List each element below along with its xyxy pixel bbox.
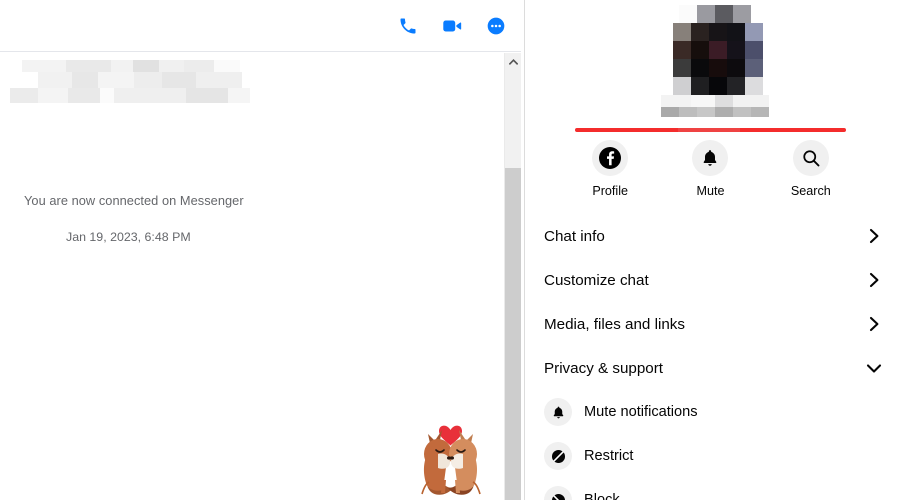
conversation-options-button[interactable]: [482, 12, 510, 40]
redacted-message-bubble: [10, 59, 250, 103]
message-timestamp: Jan 19, 2023, 6:48 PM: [66, 230, 191, 244]
phone-icon: [400, 18, 416, 33]
quick-actions: Profile Mute Search: [575, 140, 846, 198]
facebook-icon: [599, 147, 622, 169]
menu-item-label: Customize chat: [544, 271, 649, 289]
details-menu: Chat info Customize chat Media, files an…: [525, 214, 900, 500]
progress-segment: [740, 128, 846, 132]
conversation-scrollbar[interactable]: [504, 53, 521, 500]
chevron-up-icon: [508, 58, 518, 65]
search-icon: [803, 150, 820, 167]
progress-segment: [575, 128, 678, 132]
profile-action[interactable]: Profile: [575, 140, 645, 198]
voice-call-button[interactable]: [394, 12, 422, 40]
profile-action-label: Profile: [592, 184, 629, 198]
menu-item-label: Privacy & support: [544, 359, 664, 377]
menu-item-media-files-and-links[interactable]: Media, files and links: [525, 302, 900, 346]
two-foxes-kissing-with-heart-sticker: [398, 400, 503, 500]
chat-header-actions: [394, 0, 510, 51]
message-list: You are now connected on Messenger Jan 1…: [0, 53, 503, 500]
story-progress-bar: [575, 128, 846, 132]
menu-item-block[interactable]: Block: [525, 478, 900, 500]
chevron-right-icon: [866, 228, 882, 244]
details-panel: Profile Mute Search Chat info Customize …: [525, 0, 900, 500]
chevron-down-icon: [866, 360, 882, 376]
profile-action-icon-wrap: [592, 140, 629, 176]
fox-sticker[interactable]: [398, 400, 503, 500]
menu-item-label: Restrict: [584, 448, 634, 464]
conversation-pane: You are now connected on Messenger Jan 1…: [0, 0, 521, 500]
video-call-button[interactable]: [438, 12, 466, 40]
menu-item-chat-info[interactable]: Chat info: [525, 214, 900, 258]
search-action-icon-wrap: [792, 140, 829, 176]
scrollbar-up-button[interactable]: [505, 53, 521, 70]
menu-item-label: Media, files and links: [544, 315, 685, 333]
menu-item-mute-notifications[interactable]: Mute notifications: [525, 390, 900, 434]
mute-action-label: Mute: [696, 184, 725, 198]
video-camera-icon: [443, 20, 462, 31]
chevron-right-icon: [866, 272, 882, 288]
chat-header: [0, 0, 521, 52]
mute-action[interactable]: Mute: [675, 140, 745, 198]
bell-icon: [704, 150, 717, 166]
chevron-right-icon: [866, 316, 882, 332]
system-note: You are now connected on Messenger: [24, 193, 244, 208]
menu-item-privacy-and-support[interactable]: Privacy & support: [525, 346, 900, 390]
menu-item-label: Block: [584, 492, 620, 500]
progress-segment: [677, 128, 741, 132]
avatar[interactable]: [661, 5, 769, 117]
messenger-window: You are now connected on Messenger Jan 1…: [0, 0, 900, 500]
bell-icon: [544, 398, 572, 426]
mute-action-icon-wrap: [692, 140, 729, 176]
block-icon: [544, 486, 572, 500]
search-action[interactable]: Search: [776, 140, 846, 198]
menu-item-label: Mute notifications: [584, 404, 698, 420]
menu-item-label: Chat info: [544, 227, 605, 245]
restrict-icon: [544, 442, 572, 470]
scrollbar-thumb[interactable]: [505, 168, 521, 500]
ellipsis-circle-icon: [487, 17, 505, 34]
menu-item-restrict[interactable]: Restrict: [525, 434, 900, 478]
search-action-label: Search: [790, 184, 831, 198]
menu-item-customize-chat[interactable]: Customize chat: [525, 258, 900, 302]
